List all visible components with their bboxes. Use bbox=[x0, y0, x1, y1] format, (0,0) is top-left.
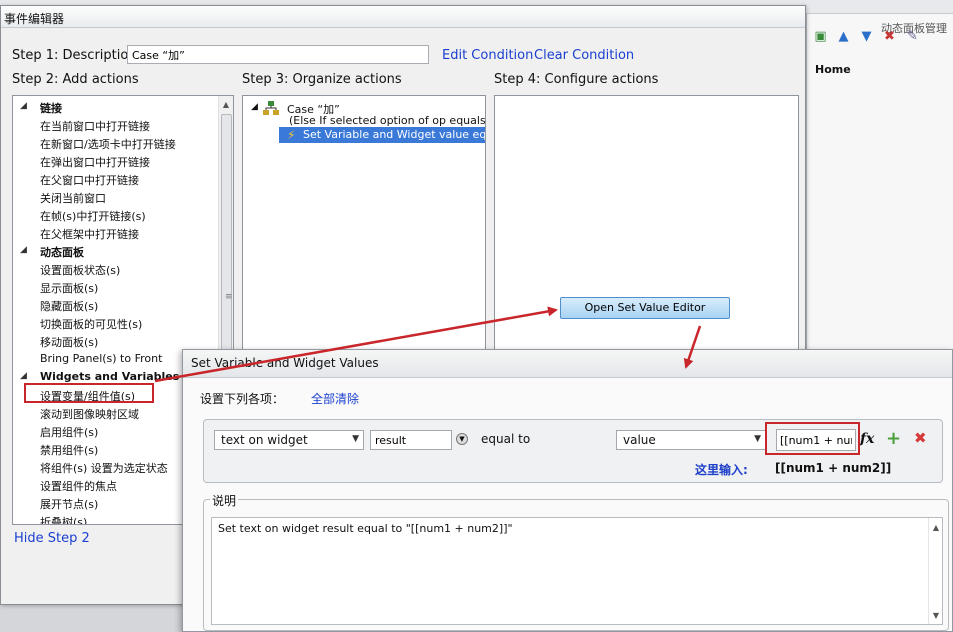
description-scrollbar[interactable]: ▲ ▼ bbox=[928, 518, 942, 624]
grip-icon: ≡ bbox=[225, 292, 233, 302]
tree-item[interactable]: 切换面板的可见性(s) bbox=[40, 316, 142, 332]
step2-label: Step 2: Add actions bbox=[12, 72, 139, 87]
tree-item[interactable]: Bring Panel(s) to Front bbox=[40, 352, 162, 365]
hide-step2-link[interactable]: Hide Step 2 bbox=[14, 531, 90, 546]
collapse-triangle-icon[interactable]: ◢ bbox=[20, 245, 27, 255]
add-page-icon[interactable]: ▣ bbox=[812, 28, 829, 45]
organize-actions-tree: ◢ Case “加” (Else If selected option of o… bbox=[242, 95, 486, 355]
scroll-up-icon[interactable]: ▲ bbox=[930, 520, 942, 534]
tree-group-links[interactable]: ◢ 链接 bbox=[20, 100, 62, 116]
tree-item[interactable]: 在新窗口/选项卡中打开链接 bbox=[40, 136, 176, 152]
description-input[interactable] bbox=[127, 45, 429, 64]
tree-item[interactable]: 设置组件的焦点 bbox=[40, 478, 117, 494]
annotation-box-value-input bbox=[765, 422, 860, 455]
tree-group-label: 动态面板 bbox=[40, 246, 84, 259]
collapse-triangle-icon[interactable]: ◢ bbox=[20, 371, 27, 381]
step4-label: Step 4: Configure actions bbox=[494, 72, 659, 87]
event-editor-title: 事件编辑器 bbox=[1, 6, 805, 28]
fx-icon[interactable]: fx bbox=[860, 431, 874, 447]
lightning-icon: ⚡ bbox=[287, 128, 296, 142]
tree-item[interactable]: 折叠树(s) bbox=[40, 514, 87, 524]
move-down-icon[interactable]: ▼ bbox=[858, 28, 875, 45]
value-type-value: value bbox=[623, 433, 656, 447]
set-items-label: 设置下列各项： bbox=[200, 392, 285, 406]
annotation-box-set-variable bbox=[24, 383, 154, 403]
chevron-down-icon: ▼ bbox=[352, 434, 359, 444]
edit-condition-link[interactable]: Edit Condition bbox=[442, 48, 533, 63]
selected-action-label: Set Variable and Widget value equ bbox=[303, 128, 486, 141]
value-type-select[interactable]: value ▼ bbox=[616, 430, 766, 450]
scroll-down-icon[interactable]: ▼ bbox=[930, 608, 942, 622]
scroll-up-icon[interactable]: ▲ bbox=[220, 97, 232, 111]
tree-group-label: 链接 bbox=[40, 102, 62, 115]
selected-action-item[interactable]: ⚡ Set Variable and Widget value equ bbox=[279, 127, 486, 143]
tree-group-dynamic-panel[interactable]: ◢ 动态面板 bbox=[20, 244, 84, 260]
step1-label: Step 1: Description bbox=[12, 48, 137, 63]
target-widget-input[interactable] bbox=[370, 430, 452, 450]
target-type-value: text on widget bbox=[221, 433, 308, 447]
delete-icon[interactable]: ✖ bbox=[881, 28, 898, 45]
panel-manager-toolbar: ▣ ▲ ▼ ✖ ✎ bbox=[812, 28, 921, 50]
tree-item[interactable]: 显示面板(s) bbox=[40, 280, 98, 296]
tree-item[interactable]: 将组件(s) 设置为选定状态 bbox=[40, 460, 168, 476]
set-variable-dialog: Set Variable and Widget Values 设置下列各项： 全… bbox=[182, 349, 953, 632]
collapse-triangle-icon[interactable]: ◢ bbox=[251, 102, 258, 112]
description-group: 说明 Set text on widget result equal to "[… bbox=[203, 492, 949, 631]
tree-item[interactable]: 在帧(s)中打开链接(s) bbox=[40, 208, 146, 224]
tree-item[interactable]: 设置面板状态(s) bbox=[40, 262, 120, 278]
add-icon[interactable]: + bbox=[886, 428, 901, 449]
target-type-select[interactable]: text on widget ▼ bbox=[214, 430, 364, 450]
open-set-value-editor-button[interactable]: Open Set Value Editor bbox=[560, 297, 730, 319]
edit-icon[interactable]: ✎ bbox=[904, 28, 921, 45]
description-legend: 说明 bbox=[210, 492, 239, 509]
tree-item[interactable]: 禁用组件(s) bbox=[40, 442, 98, 458]
description-textarea[interactable]: Set text on widget result equal to "[[nu… bbox=[211, 517, 943, 625]
tree-item[interactable]: 展开节点(s) bbox=[40, 496, 98, 512]
collapse-triangle-icon[interactable]: ◢ bbox=[20, 101, 27, 111]
widget-picker-icon[interactable]: ▼ bbox=[456, 433, 468, 445]
tree-item[interactable]: 在当前窗口中打开链接 bbox=[40, 118, 150, 134]
home-node[interactable]: Home bbox=[815, 63, 851, 76]
tree-item[interactable]: 隐藏面板(s) bbox=[40, 298, 98, 314]
tree-item[interactable]: 移动面板(s) bbox=[40, 334, 98, 350]
tree-group-widgets-variables[interactable]: ◢ Widgets and Variables bbox=[20, 370, 180, 383]
tree-item[interactable]: 在父框架中打开链接 bbox=[40, 226, 139, 242]
input-hint-code: [[num1 + num2]] bbox=[775, 461, 892, 475]
tree-item[interactable]: 在弹出窗口中打开链接 bbox=[40, 154, 150, 170]
tree-item[interactable]: 在父窗口中打开链接 bbox=[40, 172, 139, 188]
case-condition: (Else If selected option of op equals "+ bbox=[289, 114, 486, 127]
delete-icon[interactable]: ✖ bbox=[914, 429, 927, 447]
step3-label: Step 3: Organize actions bbox=[242, 72, 402, 87]
tree-item[interactable]: 滚动到图像映射区域 bbox=[40, 406, 139, 422]
set-variable-dialog-title: Set Variable and Widget Values bbox=[183, 350, 952, 378]
tree-item[interactable]: 关闭当前窗口 bbox=[40, 190, 106, 206]
case-icon bbox=[263, 101, 279, 115]
tree-group-label: Widgets and Variables bbox=[40, 370, 180, 383]
input-hint-label: 这里输入: bbox=[695, 463, 748, 477]
description-text: Set text on widget result equal to "[[nu… bbox=[218, 522, 513, 535]
clear-all-link[interactable]: 全部清除 bbox=[311, 390, 359, 407]
equal-to-label: equal to bbox=[481, 432, 531, 446]
chevron-down-icon: ▼ bbox=[754, 434, 761, 444]
move-up-icon[interactable]: ▲ bbox=[835, 28, 852, 45]
tree-item[interactable]: 启用组件(s) bbox=[40, 424, 98, 440]
clear-condition-link[interactable]: Clear Condition bbox=[534, 48, 634, 63]
